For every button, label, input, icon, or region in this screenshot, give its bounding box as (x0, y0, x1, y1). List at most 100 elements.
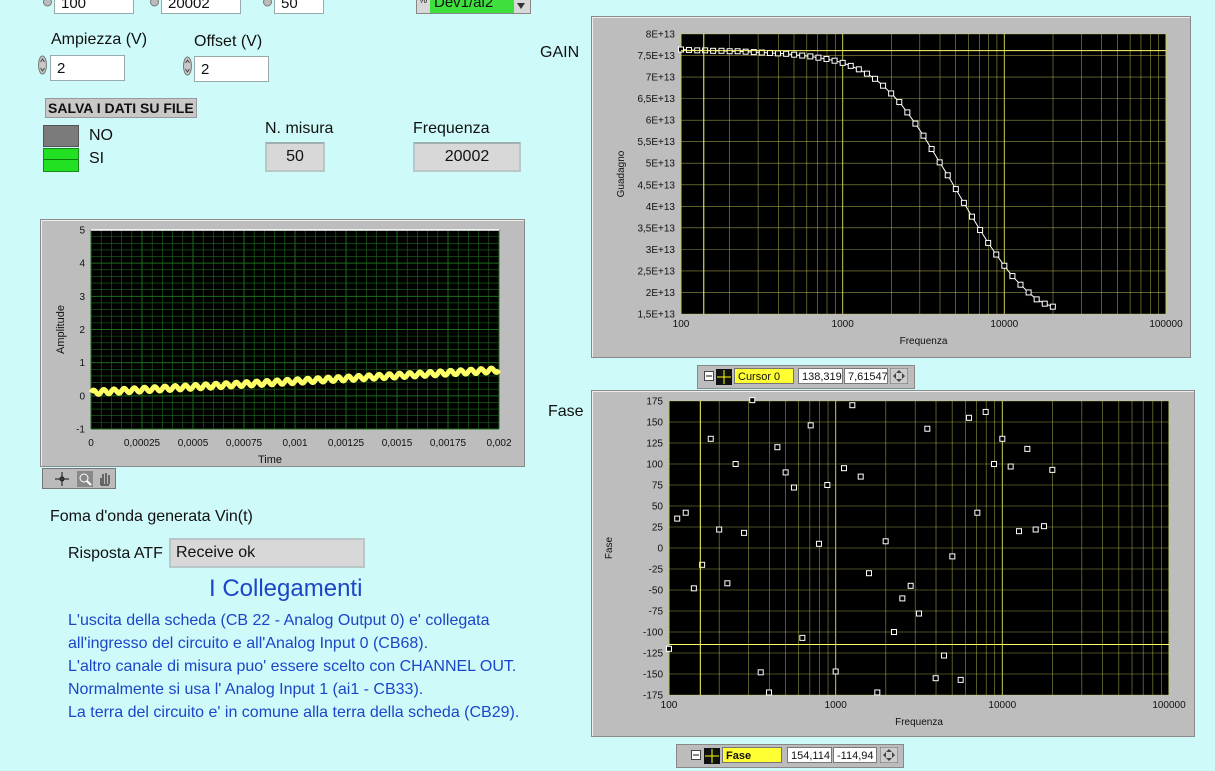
channel-out-select[interactable]: % Dev1/ai2 (416, 0, 531, 14)
gain-data-point (807, 53, 814, 60)
y-tick-label: 5E+13 (646, 159, 676, 170)
ampiezza-input[interactable]: 2 (50, 55, 125, 81)
y-tick-label: -1 (76, 425, 85, 436)
phase-data-point (682, 509, 689, 516)
offset-input[interactable]: 2 (194, 56, 269, 82)
gain-data-point (920, 132, 927, 139)
phase-data-point (924, 425, 931, 432)
offset-label: Offset (V) (194, 33, 263, 50)
y-tick-label: 175 (646, 397, 663, 408)
gain-data-point (1009, 273, 1016, 280)
y-tick-label: 3E+13 (646, 245, 676, 256)
gain-cursor-y[interactable]: 7,61547 (844, 368, 888, 384)
gain-chart: 8E+13 7,5E+13 7E+13 6,5E+13 6E+13 5,5E+13 5E+1… (616, 30, 1183, 348)
phase-data-point (1024, 445, 1031, 452)
offset-spinner[interactable] (183, 55, 192, 77)
collapse-icon[interactable] (691, 750, 701, 763)
phase-cursor-name[interactable]: Fase (722, 747, 782, 763)
phase-data-point (874, 689, 881, 696)
ampiezza-spinner[interactable] (38, 54, 47, 76)
y-axis-label: Guadagno (616, 150, 627, 197)
y-tick-label: 50 (652, 502, 664, 513)
y-axis-label: Amplitude (55, 305, 67, 354)
gain-data-point (815, 54, 822, 61)
phase-data-point (707, 435, 714, 442)
y-tick-label: 5 (79, 226, 85, 237)
misura-label: N. misura (265, 120, 334, 137)
gain-cursor-x[interactable]: 138,319 (798, 368, 843, 384)
gain-data-point (985, 239, 992, 246)
phase-data-point (941, 652, 948, 659)
x-tick-label: 10000 (988, 700, 1016, 711)
field2-input[interactable]: 20002 (161, 0, 241, 14)
crosshair-icon[interactable] (55, 472, 69, 491)
cursor-move-icon[interactable] (879, 746, 899, 766)
frequenza-indicator: 20002 (413, 142, 521, 172)
phase-cursor-legend[interactable]: Fase 154,114 -114,94 (676, 744, 904, 768)
gain-cursor-name[interactable]: Cursor 0 (734, 368, 794, 384)
x-tick-label: 100 (673, 319, 690, 330)
field2-spinner[interactable] (150, 0, 159, 14)
salva-si-led[interactable] (43, 148, 79, 172)
phase-chart: 175 150 125 100 75 50 25 0 -25 -50 -75 -100 -125 -150… (604, 397, 1186, 729)
gain-data-point (1017, 281, 1024, 288)
phase-data-point (915, 610, 922, 617)
y-tick-label: 25 (652, 523, 664, 534)
x-tick-label: 100000 (1149, 319, 1183, 330)
y-tick-label: -50 (649, 586, 664, 597)
gain-data-point (1041, 300, 1048, 307)
y-tick-label: 2 (79, 325, 85, 336)
phase-data-point (790, 484, 797, 491)
x-tick-label: 0,00025 (124, 438, 161, 449)
field3-spinner[interactable] (263, 0, 272, 14)
y-tick-label: 100 (646, 460, 663, 471)
y-tick-label: 4E+13 (646, 202, 676, 213)
phase-data-point (757, 669, 764, 676)
y-tick-label: 5,5E+13 (637, 137, 675, 148)
plot-area (681, 34, 1166, 314)
phase-cursor-y[interactable]: -114,94 (833, 747, 877, 763)
gain-data-point (1033, 296, 1040, 303)
collapse-icon[interactable] (704, 371, 714, 384)
phase-cursor-x[interactable]: 154,114 (787, 747, 832, 763)
x-tick-label: 100000 (1152, 700, 1186, 711)
y-tick-label: 2,5E+13 (637, 266, 675, 277)
x-tick-label: 1000 (825, 700, 848, 711)
salva-no-led[interactable] (43, 125, 79, 147)
y-tick-label: 1,5E+13 (637, 310, 675, 321)
phase-data-point (999, 435, 1006, 442)
gain-data-point (904, 109, 911, 116)
collegamenti-line: La terra del circuito e' in comune alla … (68, 704, 520, 721)
y-tick-label: 3,5E+13 (637, 223, 675, 234)
phase-data-point (866, 570, 873, 577)
phase-title: Fase (548, 403, 584, 420)
phase-data-point (891, 629, 898, 635)
channel-out-prefix: % (419, 0, 428, 5)
gain-cursor-legend[interactable]: Cursor 0 138,319 7,61547 (697, 365, 915, 389)
collegamenti-line: Normalmente si usa l' Analog Input 1 (ai… (68, 681, 424, 698)
phase-data-point (1015, 528, 1022, 535)
pan-hand-icon[interactable] (97, 471, 113, 492)
field3-input[interactable]: 50 (274, 0, 324, 14)
channel-out-value: Dev1/ai2 (430, 0, 514, 13)
phase-data-point (840, 465, 847, 472)
phase-data-point (782, 469, 789, 476)
phase-data-point (1007, 463, 1014, 470)
x-axis-label: Frequenza (895, 717, 943, 728)
zoom-icon[interactable] (77, 471, 93, 487)
phase-data-point (1032, 526, 1039, 533)
y-tick-label: -100 (643, 628, 663, 639)
gain-data-point (928, 146, 935, 153)
field1-input[interactable]: 100 (54, 0, 134, 14)
y-tick-label: 6,5E+13 (637, 94, 675, 105)
phase-data-point (674, 515, 681, 522)
gain-data-point (774, 50, 781, 57)
y-tick-label: 75 (652, 481, 664, 492)
phase-data-point (1041, 523, 1048, 530)
phase-data-point (824, 482, 831, 488)
field1-spinner[interactable] (43, 0, 52, 14)
gain-data-point (896, 99, 903, 106)
cursor-move-icon[interactable] (889, 367, 909, 387)
gain-data-point (742, 48, 749, 55)
phase-data-point (666, 645, 672, 652)
